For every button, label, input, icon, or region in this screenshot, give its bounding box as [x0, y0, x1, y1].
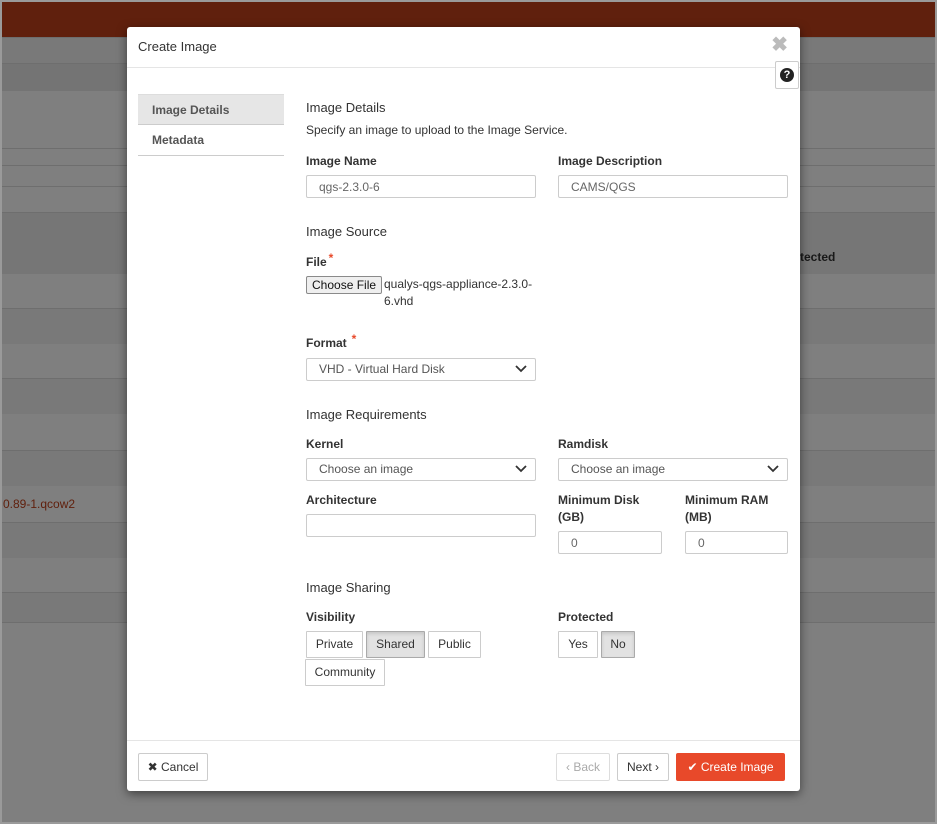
selected-file-name: qualys-qgs-appliance-2.3.0-6.vhd: [384, 277, 533, 308]
chevron-down-icon: [515, 465, 527, 473]
chevron-right-icon: ›: [655, 760, 660, 774]
protected-yes-button[interactable]: Yes: [558, 631, 598, 658]
choose-file-button[interactable]: Choose File: [306, 276, 383, 294]
visibility-shared-button[interactable]: Shared: [366, 631, 425, 658]
protected-no-button[interactable]: No: [601, 631, 635, 658]
ramdisk-select-value: Choose an image: [571, 462, 666, 476]
minimum-disk-label: Minimum Disk (GB): [558, 493, 640, 524]
image-name-label: Image Name: [306, 154, 377, 168]
wizard-tab-metadata[interactable]: Metadata: [138, 125, 284, 156]
ramdisk-select[interactable]: Choose an image: [558, 458, 788, 481]
wizard-tab-image-details[interactable]: Image Details: [138, 94, 284, 125]
kernel-select[interactable]: Choose an image: [306, 458, 536, 481]
required-mark: *: [328, 251, 334, 265]
section-image-details: Image Details: [306, 100, 386, 115]
help-button[interactable]: ?: [775, 61, 799, 89]
next-button[interactable]: Next ›: [617, 753, 669, 781]
section-image-sharing: Image Sharing: [306, 580, 391, 595]
modal-footer: ✖ Cancel ‹ Back Next › ✔ Create Image: [127, 740, 800, 791]
minimum-ram-input[interactable]: [685, 531, 788, 554]
visibility-community-button[interactable]: Community: [305, 659, 385, 686]
architecture-input[interactable]: [306, 514, 536, 537]
visibility-private-button[interactable]: Private: [306, 631, 363, 658]
create-image-dialog: Create Image ✖ ? Image Details Metadata …: [127, 27, 800, 791]
ramdisk-label: Ramdisk: [558, 437, 609, 451]
check-icon: ✔: [687, 760, 698, 774]
architecture-label: Architecture: [306, 493, 377, 507]
close-icon: ✖: [147, 760, 158, 774]
chevron-left-icon: ‹: [565, 760, 570, 774]
section-image-requirements: Image Requirements: [306, 407, 427, 422]
image-name-input[interactable]: [306, 175, 536, 198]
back-button[interactable]: ‹ Back: [556, 753, 610, 781]
image-details-help: Specify an image to upload to the Image …: [306, 123, 568, 137]
kernel-label: Kernel: [306, 437, 344, 451]
format-select-value: VHD - Virtual Hard Disk: [319, 362, 445, 376]
create-image-button[interactable]: ✔ Create Image: [676, 753, 785, 781]
question-icon: ?: [780, 68, 794, 82]
format-select[interactable]: VHD - Virtual Hard Disk: [306, 358, 536, 381]
kernel-select-value: Choose an image: [319, 462, 414, 476]
format-label: Format *: [306, 332, 357, 350]
wizard-nav: Image Details Metadata: [138, 94, 284, 156]
chevron-down-icon: [767, 465, 779, 473]
file-label: File *: [306, 251, 334, 269]
protected-label: Protected: [558, 610, 614, 624]
cancel-button[interactable]: ✖ Cancel: [138, 753, 208, 781]
image-description-label: Image Description: [558, 154, 663, 168]
section-image-source: Image Source: [306, 224, 387, 239]
minimum-ram-label: Minimum RAM (MB): [685, 493, 769, 524]
chevron-down-icon: [515, 365, 527, 373]
visibility-label: Visibility: [306, 610, 356, 624]
modal-title: Create Image: [138, 39, 217, 54]
minimum-disk-input[interactable]: [558, 531, 662, 554]
visibility-public-button[interactable]: Public: [428, 631, 481, 658]
required-mark: *: [351, 332, 357, 346]
close-icon[interactable]: ✖: [771, 35, 788, 55]
modal-header: Create Image ✖: [127, 27, 800, 68]
image-description-input[interactable]: [558, 175, 788, 198]
